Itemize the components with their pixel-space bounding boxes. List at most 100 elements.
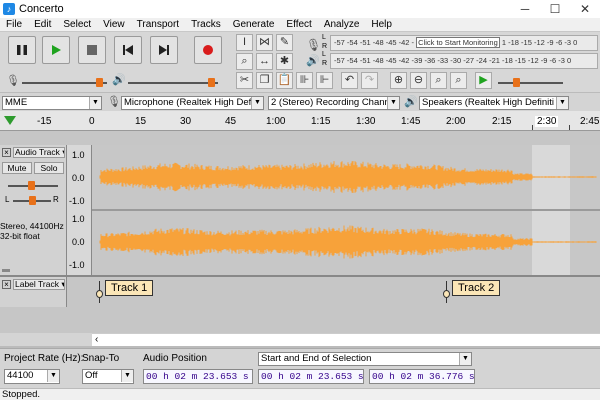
trim-icon: ⊪ [299, 74, 310, 86]
rec-meter-ticks-tail: 1 -18 -15 -12 -9 -6 -3 0 [501, 38, 578, 47]
paste-button[interactable]: 📋 [276, 72, 293, 89]
empty-track-area[interactable] [0, 307, 600, 333]
timeline-tick: 15 [135, 116, 147, 127]
menu-tracks[interactable]: Tracks [185, 19, 227, 30]
record-meter[interactable]: -57 -54 -51 -48 -45 -42 - Click to Start… [330, 35, 598, 51]
close-track-icon[interactable]: × [2, 148, 11, 157]
skip-start-button[interactable] [114, 36, 142, 64]
playback-volume-thumb[interactable] [208, 78, 215, 87]
menu-help[interactable]: Help [365, 19, 398, 30]
fit-selection-button[interactable]: ⌕ [430, 72, 447, 89]
record-volume-slider[interactable] [22, 82, 107, 84]
pin-head-icon[interactable] [4, 115, 16, 126]
envelope-icon: ⋈ [259, 36, 270, 48]
scale-label: -1.0 [69, 260, 85, 270]
chevron-down-icon: ▼ [459, 353, 471, 365]
pan-thumb[interactable] [29, 196, 36, 205]
mute-button[interactable]: Mute [2, 162, 32, 174]
rec-meter-ticks: -57 -54 -51 -48 -45 -42 - [334, 38, 415, 47]
fit-project-icon: ⌕ [455, 74, 462, 86]
project-rate-select[interactable]: 44100 ▼ [4, 369, 60, 384]
label-track-name: Label Track [15, 279, 59, 289]
trim-button[interactable]: ⊪ [296, 72, 313, 89]
record-icon [203, 45, 213, 55]
play-speed-thumb[interactable] [513, 78, 520, 87]
selection-tool[interactable]: I [236, 34, 253, 51]
timeline-tick: 0 [89, 116, 95, 127]
label-track-1[interactable]: Track 1 [105, 280, 154, 296]
record-volume-thumb[interactable] [96, 78, 103, 87]
chevron-down-icon: ▼ [47, 370, 59, 382]
label-track-menu[interactable]: Label Track ▾ [13, 279, 65, 290]
play-speed-slider[interactable] [498, 82, 563, 84]
timeline-tick: 2:00 [446, 116, 466, 127]
label-track-2[interactable]: Track 2 [452, 280, 501, 296]
label-handle[interactable] [443, 290, 450, 298]
speaker-icon[interactable]: 🔊 [306, 54, 320, 67]
audio-track-menu[interactable]: Audio Track ▾ [13, 147, 65, 158]
envelope-tool[interactable]: ⋈ [256, 34, 273, 51]
zoom-tool[interactable]: ⌕ [236, 53, 253, 70]
menu-analyze[interactable]: Analyze [318, 19, 366, 30]
multi-tool[interactable]: ✱ [276, 53, 293, 70]
scale-label: 1.0 [72, 150, 85, 160]
stop-button[interactable] [78, 36, 106, 64]
maximize-button[interactable]: ☐ [540, 2, 570, 16]
selection-end-field[interactable]: 00 h 02 m 36.776 s [369, 369, 475, 384]
menu-generate[interactable]: Generate [227, 19, 281, 30]
pan-right-label: R [53, 195, 59, 204]
skip-end-button[interactable] [150, 36, 178, 64]
copy-button[interactable]: ❐ [256, 72, 273, 89]
cut-button[interactable]: ✂ [236, 72, 253, 89]
horizontal-scrollbar[interactable]: ‹ [92, 333, 600, 346]
gain-thumb[interactable] [28, 181, 35, 190]
audio-host-select[interactable]: MME ▼ [2, 96, 102, 110]
label-handle[interactable] [96, 290, 103, 298]
timeshift-tool[interactable]: ↔ [256, 53, 273, 70]
undo-button[interactable]: ↶ [341, 72, 358, 89]
window-title: Concerto [19, 3, 64, 15]
speaker-volume-icon: 🔊 [112, 74, 126, 86]
menu-edit[interactable]: Edit [28, 19, 57, 30]
scale-label: -1.0 [69, 196, 85, 206]
fit-project-button[interactable]: ⌕ [450, 72, 467, 89]
close-track-icon[interactable]: × [2, 280, 11, 289]
close-button[interactable]: ✕ [570, 2, 600, 16]
menu-select[interactable]: Select [57, 19, 97, 30]
audio-position-field[interactable]: 00 h 02 m 23.653 s [143, 369, 253, 384]
record-button[interactable] [194, 36, 222, 64]
waveform-area[interactable] [92, 145, 600, 275]
playback-meter[interactable]: -57 -54 -51 -48 -45 -42 -39 -36 -33 -30 … [330, 53, 598, 69]
zoom-in-button[interactable]: ⊕ [390, 72, 407, 89]
recording-channels-select[interactable]: 2 (Stereo) Recording Channels ▼ [268, 96, 400, 110]
minimize-button[interactable]: ─ [510, 2, 540, 16]
menu-view[interactable]: View [97, 19, 131, 30]
recording-device-select[interactable]: Microphone (Realtek High Defini ▼ [121, 96, 264, 110]
playback-device-select[interactable]: Speakers (Realtek High Definiti ▼ [419, 96, 569, 110]
play-button[interactable] [42, 36, 70, 64]
timeline-ruler[interactable]: -15 0 15 30 45 1:00 1:15 1:30 1:45 2:00 … [0, 111, 600, 131]
microphone-icon: 🎙 [107, 96, 121, 108]
selection-mode-select[interactable]: Start and End of Selection ▼ [258, 352, 472, 366]
menu-transport[interactable]: Transport [131, 19, 185, 30]
microphone-icon[interactable]: 🎙 [306, 38, 321, 52]
pause-icon [17, 45, 27, 55]
solo-button[interactable]: Solo [34, 162, 64, 174]
silence-button[interactable]: ⊩ [316, 72, 333, 89]
menu-file[interactable]: File [0, 19, 28, 30]
label-area[interactable]: Track 1 Track 2 [92, 277, 600, 307]
selection-start-field[interactable]: 00 h 02 m 23.653 s [258, 369, 364, 384]
snap-to-value: Off [85, 370, 98, 381]
redo-button[interactable]: ↷ [361, 72, 378, 89]
scroll-left-icon[interactable]: ‹ [95, 334, 98, 345]
playback-volume-slider[interactable] [128, 82, 218, 84]
draw-tool[interactable]: ✎ [276, 34, 293, 51]
start-monitoring-hint[interactable]: Click to Start Monitoring [416, 37, 500, 48]
pause-button[interactable] [8, 36, 36, 64]
collapse-track-icon[interactable] [2, 269, 10, 274]
zoom-out-button[interactable]: ⊖ [410, 72, 427, 89]
menu-effect[interactable]: Effect [280, 19, 317, 30]
snap-to-select[interactable]: Off ▼ [82, 369, 134, 384]
play-at-speed-button[interactable]: ▶ [475, 72, 492, 89]
fit-selection-icon: ⌕ [435, 74, 442, 86]
